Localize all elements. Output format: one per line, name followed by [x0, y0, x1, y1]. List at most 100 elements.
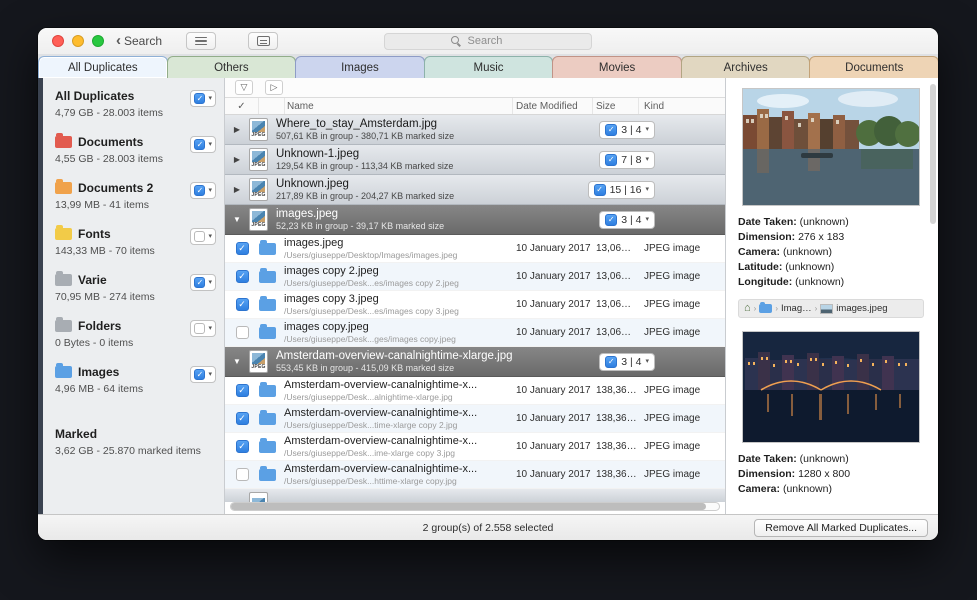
disclosure-triangle-icon[interactable]: ▶: [225, 185, 249, 194]
group-checkbox[interactable]: [605, 214, 617, 226]
file-checkbox[interactable]: [236, 412, 249, 425]
chevron-down-icon[interactable]: ▾: [208, 233, 212, 240]
file-checkbox[interactable]: [236, 298, 249, 311]
group-row-selected[interactable]: ▼ JPEG Amsterdam-overview-canalnightime-…: [225, 347, 725, 377]
tab-images[interactable]: Images: [295, 56, 425, 78]
file-row[interactable]: images copy 2.jpeg /Users/giuseppe/Desk.…: [225, 263, 725, 291]
group-row[interactable]: ▶ JPEG Unknown-1.jpeg 129,54 KB in group…: [225, 145, 725, 175]
horizontal-scrollbar-thumb[interactable]: [231, 503, 706, 510]
autoselect-button[interactable]: ▷: [265, 80, 283, 95]
close-window-button[interactable]: [52, 35, 64, 47]
group-checkbox[interactable]: [605, 356, 617, 368]
disclosure-triangle-icon[interactable]: ▼: [225, 357, 249, 366]
chevron-down-icon[interactable]: ▾: [208, 141, 212, 148]
disclosure-triangle-icon[interactable]: ▼: [225, 215, 249, 224]
file-checkbox[interactable]: [236, 326, 249, 339]
mark-checkbox[interactable]: [194, 231, 205, 242]
column-header-size[interactable]: Size: [593, 98, 639, 114]
tab-documents[interactable]: Documents: [809, 56, 938, 78]
group-checkbox[interactable]: [605, 154, 617, 166]
column-header-check[interactable]: ✓: [225, 98, 259, 114]
file-checkbox[interactable]: [236, 384, 249, 397]
group-row[interactable]: ▶ JPEG Unknown.jpeg 217,89 KB in group -…: [225, 175, 725, 205]
group-row-selected[interactable]: ▼ JPEG images.jpeg 52,23 KB in group - 3…: [225, 205, 725, 235]
sidebar-item-folders[interactable]: Folders 0 Bytes - 0 items ▾: [43, 314, 224, 360]
mark-filter-control[interactable]: ▾: [190, 136, 216, 153]
remove-all-marked-duplicates-button[interactable]: Remove All Marked Duplicates...: [754, 519, 928, 537]
group-count-badge[interactable]: 3 | 4 ▾: [599, 121, 655, 139]
chevron-down-icon[interactable]: ▾: [645, 156, 649, 163]
mark-checkbox[interactable]: [194, 139, 205, 150]
list-view-button[interactable]: [186, 32, 216, 50]
breadcrumb-file[interactable]: images.jpeg: [836, 303, 887, 314]
file-row[interactable]: images copy 3.jpeg /Users/giuseppe/Desk.…: [225, 291, 725, 319]
column-header-name[interactable]: Name: [285, 98, 513, 114]
mark-checkbox[interactable]: [194, 277, 205, 288]
chevron-down-icon[interactable]: ▾: [645, 216, 649, 223]
chevron-down-icon[interactable]: ▾: [208, 95, 212, 102]
back-button[interactable]: ‹ Search: [116, 34, 162, 48]
group-count-badge[interactable]: 7 | 8 ▾: [599, 151, 655, 169]
group-count-badge[interactable]: 3 | 4 ▾: [599, 353, 655, 371]
chevron-down-icon[interactable]: ▾: [208, 371, 212, 378]
chevron-down-icon[interactable]: ▾: [208, 187, 212, 194]
tab-music[interactable]: Music: [424, 56, 554, 78]
home-icon[interactable]: ⌂: [744, 303, 751, 314]
sidebar-item-all-duplicates[interactable]: All Duplicates 4,79 GB - 28.003 items ▾: [43, 84, 224, 130]
chevron-down-icon[interactable]: ▾: [645, 358, 649, 365]
tab-movies[interactable]: Movies: [552, 56, 682, 78]
mark-filter-control[interactable]: ▾: [190, 228, 216, 245]
group-checkbox[interactable]: [605, 124, 617, 136]
group-checkbox[interactable]: [594, 184, 606, 196]
file-checkbox[interactable]: [236, 242, 249, 255]
mark-filter-control[interactable]: ▾: [190, 366, 216, 383]
inspector-scrollbar[interactable]: [930, 84, 936, 224]
group-count-badge[interactable]: 3 | 4 ▾: [599, 211, 655, 229]
chevron-down-icon[interactable]: ▾: [208, 325, 212, 332]
mark-checkbox[interactable]: [194, 323, 205, 334]
minimize-window-button[interactable]: [72, 35, 84, 47]
sidebar-item-documents-2[interactable]: Documents 2 13,99 MB - 41 items ▾: [43, 176, 224, 222]
group-row-partial[interactable]: [225, 489, 725, 502]
filter-funnel-button[interactable]: ▽: [235, 80, 253, 95]
file-checkbox[interactable]: [236, 468, 249, 481]
search-input[interactable]: [466, 34, 526, 48]
mark-checkbox[interactable]: [194, 369, 205, 380]
group-view-button[interactable]: [248, 32, 278, 50]
chevron-down-icon[interactable]: ▾: [645, 186, 649, 193]
file-row[interactable]: images copy.jpeg /Users/giuseppe/Desk...…: [225, 319, 725, 347]
column-header-date-modified[interactable]: Date Modified: [513, 98, 593, 114]
mark-filter-control[interactable]: ▾: [190, 320, 216, 337]
mark-filter-control[interactable]: ▾: [190, 182, 216, 199]
horizontal-scrollbar[interactable]: [230, 502, 720, 511]
chevron-down-icon[interactable]: ▾: [645, 126, 649, 133]
sidebar-item-fonts[interactable]: Fonts 143,33 MB - 70 items ▾: [43, 222, 224, 268]
tab-all-duplicates[interactable]: All Duplicates: [38, 56, 168, 78]
file-checkbox[interactable]: [236, 270, 249, 283]
chevron-down-icon[interactable]: ▾: [208, 279, 212, 286]
file-row[interactable]: Amsterdam-overview-canalnightime-x... /U…: [225, 405, 725, 433]
file-row[interactable]: images.jpeg /Users/giuseppe/Desktop/Imag…: [225, 235, 725, 263]
file-row[interactable]: Amsterdam-overview-canalnightime-x... /U…: [225, 461, 725, 489]
column-header-kind[interactable]: Kind: [639, 101, 725, 112]
mark-filter-control[interactable]: ▾: [190, 274, 216, 291]
mark-checkbox[interactable]: [194, 93, 205, 104]
folder-blue-icon[interactable]: [759, 304, 772, 313]
sidebar-item-images[interactable]: Images 4,96 MB - 64 items ▾: [43, 360, 224, 406]
group-count-badge[interactable]: 15 | 16 ▾: [588, 181, 655, 199]
mark-filter-control[interactable]: ▾: [190, 90, 216, 107]
breadcrumb-folder[interactable]: Imag…: [781, 303, 812, 314]
sidebar-item-varie[interactable]: Varie 70,95 MB - 274 items ▾: [43, 268, 224, 314]
file-row[interactable]: Amsterdam-overview-canalnightime-x... /U…: [225, 377, 725, 405]
sidebar-item-marked[interactable]: Marked 3,62 GB - 25.870 marked items: [43, 422, 224, 462]
search-field[interactable]: [384, 33, 592, 50]
disclosure-triangle-icon[interactable]: ▶: [225, 155, 249, 164]
tab-others[interactable]: Others: [167, 56, 297, 78]
tab-archives[interactable]: Archives: [681, 56, 811, 78]
file-row[interactable]: Amsterdam-overview-canalnightime-x... /U…: [225, 433, 725, 461]
zoom-window-button[interactable]: [92, 35, 104, 47]
disclosure-triangle-icon[interactable]: ▶: [225, 125, 249, 134]
sidebar-item-documents[interactable]: Documents 4,55 GB - 28.003 items ▾: [43, 130, 224, 176]
mark-checkbox[interactable]: [194, 185, 205, 196]
file-checkbox[interactable]: [236, 440, 249, 453]
